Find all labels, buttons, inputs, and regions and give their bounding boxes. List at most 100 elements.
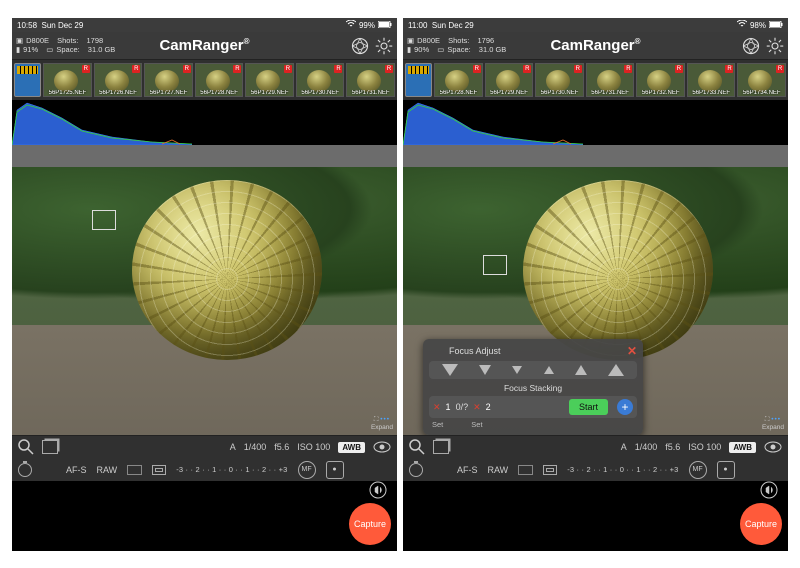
thumb-filename: 56P1725.NEF: [44, 90, 91, 96]
speaker-icon[interactable]: [760, 481, 778, 499]
magnifier-icon[interactable]: [18, 439, 34, 455]
thumb-filename: 56P1732.NEF: [637, 90, 684, 96]
shutter-value[interactable]: 1/400: [244, 442, 267, 452]
close-icon[interactable]: ✕: [627, 344, 637, 358]
stack-counter: 0/?: [456, 402, 469, 412]
mode-value[interactable]: A: [230, 442, 236, 452]
settings-gear-icon[interactable]: [375, 37, 393, 55]
whitebalance-value[interactable]: AWB: [729, 442, 756, 453]
stack-start-button[interactable]: Start: [569, 399, 608, 415]
storage-icon: ▭: [437, 46, 444, 54]
live-view[interactable]: ⛶ ••• Expand: [12, 145, 397, 435]
thumbnail[interactable]: R 56P1731.NEF: [586, 63, 635, 97]
focus-stacking-title: Focus Stacking: [429, 383, 637, 393]
thumbnail[interactable]: R 56P1732.NEF: [636, 63, 685, 97]
gallery-icon[interactable]: [433, 440, 449, 454]
focus-indicator[interactable]: [483, 255, 507, 275]
record-icon[interactable]: ●: [326, 461, 344, 479]
thumbnail[interactable]: R 56P1728.NEF: [195, 63, 244, 97]
thumbnail[interactable]: R 56P1729.NEF: [245, 63, 294, 97]
metering-icon[interactable]: [543, 465, 557, 475]
aperture-value[interactable]: f5.6: [665, 442, 680, 452]
focus-far-large-icon[interactable]: [442, 364, 458, 376]
thumbnail[interactable]: R 56P1733.NEF: [687, 63, 736, 97]
thumbnail-strip[interactable]: R 56P1728.NEF R 56P1729.NEF R 56P1730.NE…: [403, 60, 788, 100]
thumbnail[interactable]: R 56P1729.NEF: [485, 63, 534, 97]
liveview-toggle-icon[interactable]: [764, 438, 782, 456]
focus-far-small-icon[interactable]: [512, 366, 522, 374]
thumbnail[interactable]: R 56P1726.NEF: [94, 63, 143, 97]
focus-panel: Focus Adjust✕ Focus Stacking ✕1 0/? ✕2 S…: [423, 339, 643, 435]
thumbnail[interactable]: R 56P1728.NEF: [434, 63, 483, 97]
thumb-filename: 56P1728.NEF: [435, 90, 482, 96]
wifi-pct: 98%: [750, 21, 766, 30]
ev-scale[interactable]: -3 · · 2 · · 1 · · 0 · · 1 · · 2 · · +3: [567, 465, 678, 474]
aperture-value[interactable]: f5.6: [274, 442, 289, 452]
file-format[interactable]: RAW: [97, 465, 118, 475]
status-bar: 11:00 Sun Dec 29 98%: [403, 18, 788, 32]
expand-button[interactable]: ⛶ ••• Expand: [762, 416, 784, 431]
timer-icon[interactable]: [409, 463, 423, 477]
thumbnail[interactable]: R 56P1734.NEF: [737, 63, 786, 97]
metering-icon[interactable]: [152, 465, 166, 475]
settings-gear-icon[interactable]: [766, 37, 784, 55]
thumbnail[interactable]: R 56P1730.NEF: [535, 63, 584, 97]
mode-value[interactable]: A: [621, 442, 627, 452]
iso-value[interactable]: ISO 100: [688, 442, 721, 452]
mf-toggle[interactable]: MF: [298, 461, 316, 479]
af-mode[interactable]: AF-S: [457, 465, 478, 475]
iso-value[interactable]: ISO 100: [297, 442, 330, 452]
expand-button[interactable]: ⛶ ••• Expand: [371, 416, 393, 431]
set-b-button[interactable]: Set: [471, 420, 482, 429]
aperture-icon[interactable]: [742, 37, 760, 55]
settings-bar-1: A 1/400 f5.6 ISO 100 AWB: [12, 435, 397, 458]
thumb-filename: 56P1731.NEF: [587, 90, 634, 96]
settings-bar-2: AF-S RAW -3 · · 2 · · 1 · · 0 · · 1 · · …: [12, 458, 397, 481]
record-icon[interactable]: ●: [717, 461, 735, 479]
thumb-filename: 56P1731.NEF: [347, 90, 394, 96]
drive-mode-icon[interactable]: [518, 465, 533, 475]
thumbnail-strip[interactable]: R 56P1725.NEF R 56P1726.NEF R 56P1727.NE…: [12, 60, 397, 100]
thumbnail[interactable]: R 56P1727.NEF: [144, 63, 193, 97]
live-view[interactable]: Focus Adjust✕ Focus Stacking ✕1 0/? ✕2 S…: [403, 145, 788, 435]
thumbnail[interactable]: R 56P1731.NEF: [346, 63, 395, 97]
status-time: 10:58: [17, 21, 37, 30]
thumb-rating-badge: R: [523, 65, 531, 73]
histogram: [12, 100, 397, 145]
file-format[interactable]: RAW: [488, 465, 509, 475]
thumb-filename: 56P1729.NEF: [486, 90, 533, 96]
thumbnail[interactable]: R 56P1730.NEF: [296, 63, 345, 97]
focus-near-large-icon[interactable]: [608, 364, 624, 376]
focus-near-medium-icon[interactable]: [575, 365, 587, 375]
shutter-value[interactable]: 1/400: [635, 442, 658, 452]
free-space: 31.0 GB: [479, 46, 507, 54]
speaker-icon[interactable]: [369, 481, 387, 499]
mf-toggle[interactable]: MF: [689, 461, 707, 479]
drive-mode-icon[interactable]: [127, 465, 142, 475]
liveview-toggle-icon[interactable]: [373, 438, 391, 456]
thumb-rating-badge: R: [725, 65, 733, 73]
focus-indicator[interactable]: [92, 210, 116, 230]
set-a-button[interactable]: Set: [432, 420, 443, 429]
camera-info-bar: ▣D800E Shots: 1798 ▮91% ▭Space: 31.0 GB …: [12, 32, 397, 60]
timer-icon[interactable]: [18, 463, 32, 477]
thumbnail[interactable]: R 56P1725.NEF: [43, 63, 92, 97]
ev-scale[interactable]: -3 · · 2 · · 1 · · 0 · · 1 · · 2 · · +3: [176, 465, 287, 474]
clear-point-a-icon[interactable]: ✕: [433, 402, 441, 413]
focus-far-medium-icon[interactable]: [479, 365, 491, 375]
card-source-icon[interactable]: [405, 63, 432, 97]
whitebalance-value[interactable]: AWB: [338, 442, 365, 453]
card-source-icon[interactable]: [14, 63, 41, 97]
capture-button[interactable]: Capture: [740, 503, 782, 545]
clear-point-b-icon[interactable]: ✕: [473, 402, 481, 413]
wifi-icon: [346, 20, 356, 30]
af-mode[interactable]: AF-S: [66, 465, 87, 475]
aperture-icon[interactable]: [351, 37, 369, 55]
thumb-rating-badge: R: [284, 65, 292, 73]
focus-near-small-icon[interactable]: [544, 366, 554, 374]
gallery-icon[interactable]: [42, 440, 58, 454]
capture-button[interactable]: Capture: [349, 503, 391, 545]
app-screen: 10:58 Sun Dec 29 99% ▣D800E Shots: 1798 …: [12, 18, 397, 551]
stack-add-icon[interactable]: +: [617, 399, 633, 415]
magnifier-icon[interactable]: [409, 439, 425, 455]
